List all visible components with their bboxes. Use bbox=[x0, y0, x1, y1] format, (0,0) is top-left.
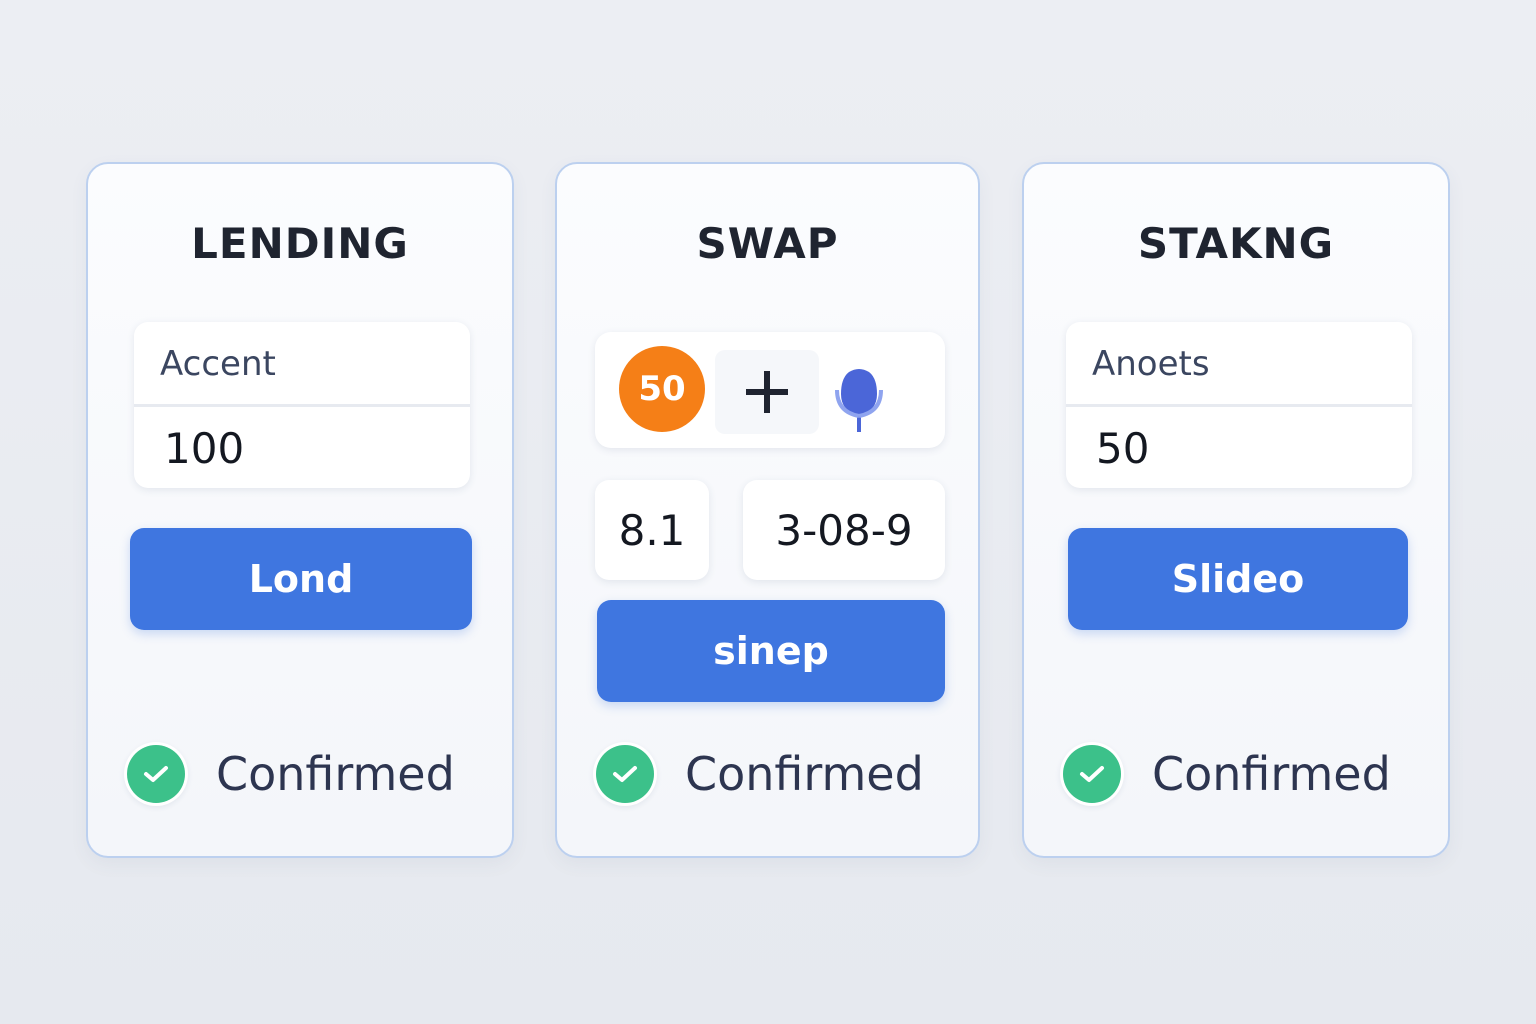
token-pair-selector[interactable]: 50 bbox=[595, 332, 945, 448]
check-icon bbox=[1060, 742, 1124, 806]
stake-button[interactable]: Slideo bbox=[1068, 528, 1408, 630]
lending-card: LENDING Accent 100 Lond Confirmed bbox=[86, 162, 514, 858]
amount-field-label: Anoets bbox=[1092, 344, 1210, 384]
check-icon bbox=[124, 742, 188, 806]
amount-field[interactable]: 3-08-9 bbox=[743, 480, 945, 580]
amount-value: 3-08-9 bbox=[775, 505, 913, 555]
lend-button[interactable]: Lond bbox=[130, 528, 472, 630]
swap-button[interactable]: sinep bbox=[597, 600, 945, 702]
amount-field-value[interactable]: 100 bbox=[164, 424, 244, 473]
microphone-icon[interactable] bbox=[831, 368, 887, 434]
rate-field[interactable]: 8.1 bbox=[595, 480, 709, 580]
swap-card: SWAP 50 8.1 3-08-9 sinep Confirmed bbox=[555, 162, 980, 858]
status-text: Confirmed bbox=[1152, 747, 1391, 801]
status-row: Confirmed bbox=[124, 738, 455, 810]
status-text: Confirmed bbox=[216, 747, 455, 801]
status-text: Confirmed bbox=[685, 747, 924, 801]
rate-value: 8.1 bbox=[618, 505, 686, 555]
field-divider bbox=[1066, 404, 1412, 407]
check-icon bbox=[593, 742, 657, 806]
status-row: Confirmed bbox=[1060, 738, 1391, 810]
card-title: SWAP bbox=[696, 219, 839, 268]
card-title: LENDING bbox=[191, 219, 409, 268]
field-divider bbox=[134, 404, 470, 407]
status-row: Confirmed bbox=[593, 738, 924, 810]
staking-card: STAKNG Anoets 50 Slideo Confirmed bbox=[1022, 162, 1450, 858]
amount-field[interactable]: Accent 100 bbox=[134, 322, 470, 488]
plus-icon[interactable] bbox=[715, 350, 819, 434]
card-title: STAKNG bbox=[1137, 219, 1335, 268]
amount-field[interactable]: Anoets 50 bbox=[1066, 322, 1412, 488]
amount-field-label: Accent bbox=[160, 344, 276, 384]
token-badge[interactable]: 50 bbox=[619, 346, 705, 432]
amount-field-value[interactable]: 50 bbox=[1096, 424, 1149, 473]
